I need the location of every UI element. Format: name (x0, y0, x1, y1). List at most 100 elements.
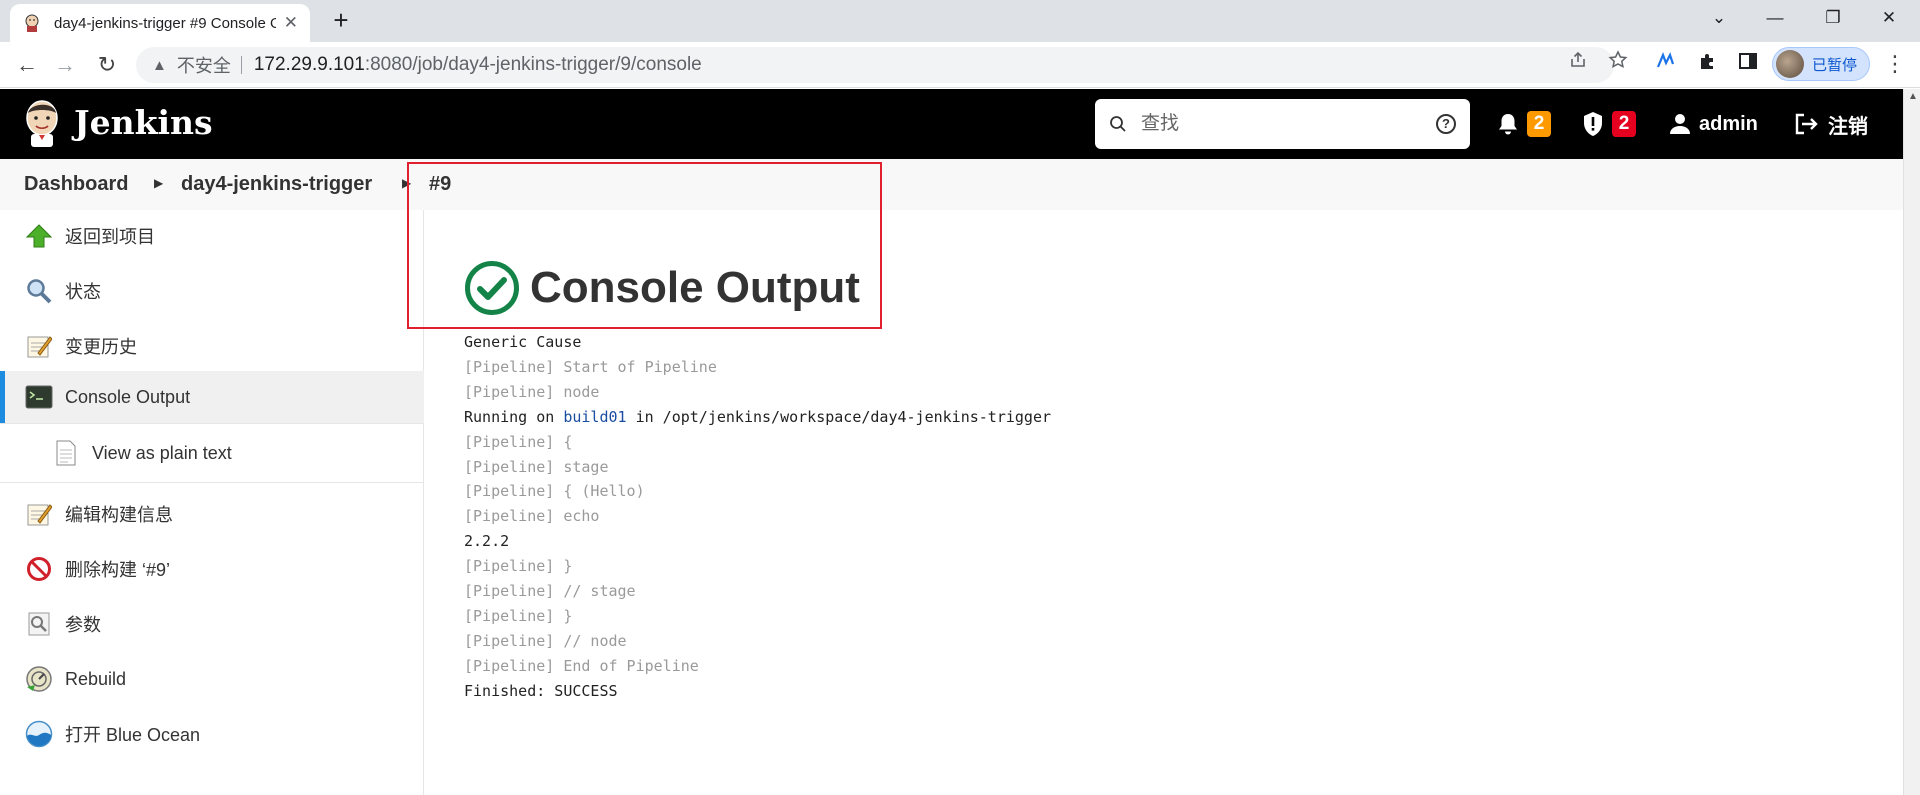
main-content: Console Output Generic Cause [Pipeline] … (424, 210, 1903, 795)
warning-icon: ▲ (152, 56, 167, 74)
sidebar-item-parameters[interactable]: 参数 (0, 598, 424, 650)
profile-label: 已暂停 (1812, 56, 1858, 74)
console-line: [Pipeline] { (Hello) (464, 482, 645, 501)
address-separator (240, 56, 242, 74)
breadcrumb-chevron-icon[interactable]: ▶ (154, 176, 163, 190)
console-line: [Pipeline] // stage (464, 582, 636, 601)
sidebar-item-rebuild[interactable]: Rebuild (0, 653, 424, 705)
success-check-icon (465, 261, 519, 315)
no-entry-icon (25, 555, 53, 583)
security-alerts-button[interactable]: 2 (1582, 89, 1636, 159)
tab-close-icon[interactable]: ✕ (284, 13, 298, 33)
sidebar-item-label: 删除构建 ‘#9’ (65, 560, 171, 580)
console-line: [Pipeline] // node (464, 631, 627, 650)
breadcrumb-dashboard[interactable]: Dashboard (24, 173, 128, 196)
security-label[interactable]: 不安全 (177, 52, 231, 78)
sidebar-item-blue-ocean[interactable]: 打开 Blue Ocean (0, 708, 424, 760)
breadcrumb: Dashboard ▶ day4-jenkins-trigger ▶ #9 (0, 159, 1903, 210)
url-host: 172.29.9.101 (253, 54, 365, 75)
sidebar-item-view-plain-text[interactable]: View as plain text (0, 423, 424, 483)
blue-ocean-icon (25, 720, 53, 748)
console-line: [Pipeline] node (464, 382, 600, 401)
browser-toolbar: ← → ↻ ▲ 不安全 172.29.9.101 :8080/job/day4-… (0, 42, 1920, 88)
settings-doc-icon (25, 610, 53, 638)
sidebar-item-label: 状态 (65, 282, 101, 302)
address-bar[interactable]: ▲ 不安全 172.29.9.101 :8080/job/day4-jenkin… (136, 47, 1614, 83)
translate-extension-icon[interactable] (1656, 51, 1678, 71)
reload-button[interactable]: ↻ (92, 50, 122, 80)
sidebar-item-delete-build[interactable]: 删除构建 ‘#9’ (0, 543, 424, 595)
search-icon (1110, 116, 1126, 132)
console-line: Running on build01 in /opt/jenkins/works… (464, 405, 1051, 430)
terminal-icon (25, 383, 53, 411)
logout-label: 注销 (1828, 115, 1868, 138)
search-box: ? (1095, 99, 1470, 149)
console-line: [Pipeline] echo (464, 507, 600, 526)
profile-button[interactable]: 已暂停 (1772, 47, 1870, 81)
console-line: Generic Cause (464, 333, 582, 351)
up-arrow-icon (25, 222, 53, 250)
forward-button[interactable]: → (50, 50, 80, 80)
profile-avatar (1776, 50, 1804, 78)
console-line: 2.2.2 (464, 532, 510, 551)
sidebar-item-label: Console Output (65, 386, 191, 407)
browser-menu-icon[interactable]: ⋮ (1884, 51, 1906, 77)
browser-tab-strip: day4-jenkins-trigger #9 Console Output [… (0, 0, 1920, 42)
bookmark-star-icon[interactable] (1608, 50, 1628, 70)
page-scrollbar[interactable]: ▲ (1903, 89, 1920, 795)
jenkins-brand-title[interactable]: Jenkins (74, 103, 213, 142)
page-title-text: Console Output (530, 263, 860, 312)
scroll-up-arrow-icon[interactable]: ▲ (1908, 91, 1918, 102)
tab-search-icon[interactable]: ⌄ (1696, 0, 1742, 36)
notepad-icon (25, 500, 53, 528)
user-menu[interactable]: admin (1669, 89, 1758, 159)
console-text: Running on (464, 407, 564, 426)
magnifier-icon (25, 277, 53, 305)
notifications-badge: 2 (1527, 111, 1551, 137)
maximize-button[interactable]: ❐ (1810, 0, 1856, 36)
breadcrumb-build[interactable]: #9 (429, 173, 451, 196)
extensions-puzzle-icon[interactable] (1698, 51, 1718, 71)
logout-button[interactable]: 注销 (1794, 89, 1868, 159)
sidebar-item-console-output[interactable]: Console Output (0, 371, 424, 423)
minimize-button[interactable]: — (1752, 0, 1798, 36)
sidebar-item-label: 打开 Blue Ocean (65, 725, 201, 745)
sidebar-item-label: 变更历史 (65, 337, 137, 357)
sidebar-item-changes[interactable]: 变更历史 (0, 320, 424, 372)
notifications-button[interactable]: 2 (1497, 89, 1551, 159)
page-title: Console Output (464, 260, 860, 316)
sidebar-item-edit-build-info[interactable]: 编辑构建信息 (0, 488, 424, 540)
rebuild-icon (25, 665, 53, 693)
tab-title: day4-jenkins-trigger #9 Console Output [… (54, 14, 276, 32)
sidebar: 返回到项目 状态 变更历史 Console Output View as pla… (0, 210, 424, 795)
console-line: [Pipeline] { (464, 432, 573, 451)
share-icon[interactable] (1568, 50, 1588, 70)
close-window-button[interactable]: ✕ (1866, 0, 1912, 36)
agent-link[interactable]: build01 (563, 408, 626, 426)
jenkins-favicon-icon (25, 14, 39, 32)
side-panel-icon[interactable] (1738, 51, 1758, 71)
sidebar-item-label: 参数 (65, 615, 101, 635)
breadcrumb-project[interactable]: day4-jenkins-trigger (181, 173, 372, 196)
jenkins-logo[interactable] (22, 99, 62, 149)
shield-icon (1584, 112, 1602, 136)
url-path: :8080/job/day4-jenkins-trigger/9/console (364, 54, 702, 75)
console-line: [Pipeline] stage (464, 457, 609, 476)
console-text: in /opt/jenkins/workspace/day4-jenkins-t… (626, 407, 1052, 426)
console-line: [Pipeline] } (464, 606, 573, 625)
back-button[interactable]: ← (12, 50, 42, 80)
console-line: [Pipeline] } (464, 557, 573, 576)
console-line: [Pipeline] End of Pipeline (464, 656, 699, 675)
console-line: Finished: SUCCESS (464, 681, 618, 700)
new-tab-button[interactable]: + (326, 6, 356, 36)
security-badge: 2 (1612, 111, 1636, 137)
browser-tab[interactable]: day4-jenkins-trigger #9 Console Output [… (10, 4, 310, 42)
search-input[interactable] (1141, 113, 1436, 135)
sidebar-item-back-to-project[interactable]: 返回到项目 (0, 210, 424, 262)
sidebar-item-status[interactable]: 状态 (0, 265, 424, 317)
search-help-icon[interactable]: ? (1436, 114, 1456, 134)
bell-icon (1499, 114, 1517, 135)
console-line: [Pipeline] Start of Pipeline (464, 357, 717, 376)
breadcrumb-chevron-icon[interactable]: ▶ (402, 176, 411, 190)
username: admin (1699, 112, 1758, 135)
